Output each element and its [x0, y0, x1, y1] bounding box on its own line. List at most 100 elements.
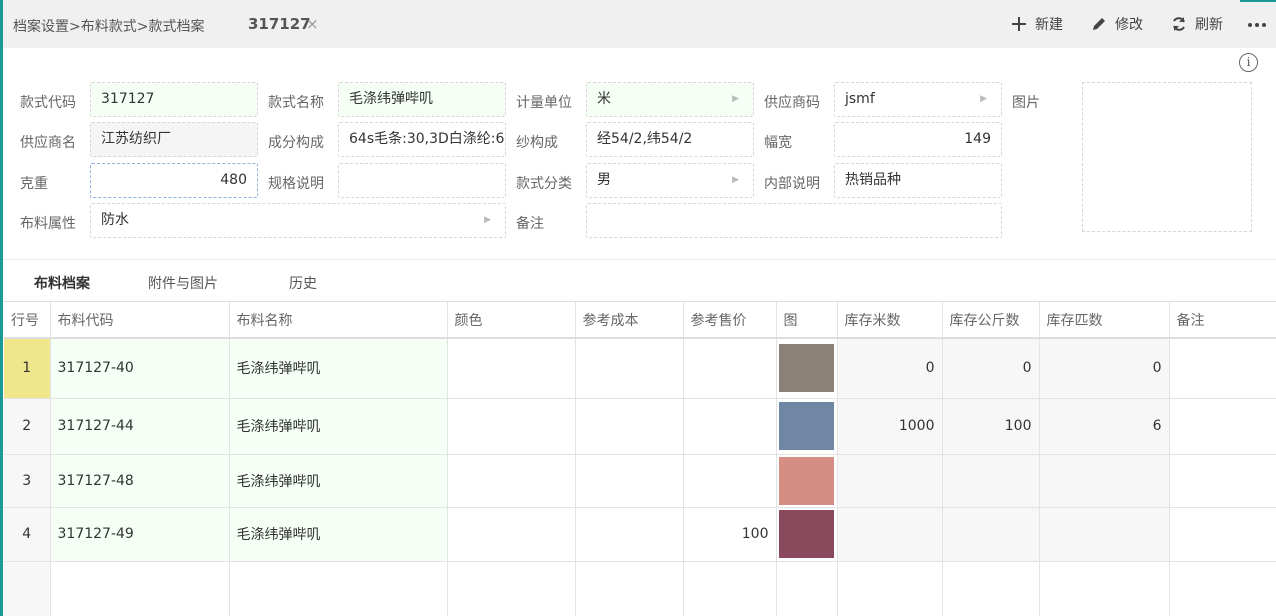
- width-field[interactable]: 149: [834, 122, 1002, 157]
- row-number: [4, 561, 51, 616]
- fabric-name-cell[interactable]: 毛涤纬弹哔叽: [229, 338, 448, 399]
- color-cell[interactable]: [447, 454, 576, 508]
- edit-button[interactable]: 修改: [1091, 14, 1143, 34]
- info-icon[interactable]: i: [1239, 53, 1258, 72]
- new-button[interactable]: 新建: [1011, 14, 1063, 34]
- yarn-field[interactable]: 经54/2,纬54/2: [586, 122, 754, 157]
- cost-cell[interactable]: [575, 507, 684, 562]
- category-select[interactable]: 男 ▶: [586, 163, 754, 198]
- attribute-label: 布料属性: [20, 216, 76, 232]
- fabric-swatch: [778, 456, 834, 505]
- category-label: 款式分类: [516, 176, 572, 192]
- note-cell[interactable]: [1169, 338, 1276, 399]
- stock-kg-cell: 0: [942, 338, 1040, 399]
- col-stock-kg[interactable]: 库存公斤数: [942, 302, 1040, 339]
- supplier-code-select[interactable]: jsmf ▶: [834, 82, 1002, 117]
- composition-label: 成分构成: [268, 135, 324, 151]
- cost-cell[interactable]: [575, 398, 684, 455]
- fabric-code-cell[interactable]: 317127-49: [50, 507, 230, 562]
- cost-cell[interactable]: [575, 454, 684, 508]
- category-value: 男: [597, 172, 611, 188]
- chevron-right-icon: ▶: [484, 215, 491, 225]
- table-row[interactable]: 1 317127-40 毛涤纬弹哔叽 0 0 0: [4, 338, 1276, 399]
- remark-field[interactable]: [586, 203, 1002, 238]
- style-name-field[interactable]: 毛涤纬弹哔叽: [338, 82, 506, 117]
- refresh-icon: [1173, 17, 1185, 31]
- stock-pieces-cell: [1039, 454, 1170, 508]
- table-row[interactable]: 4 317127-49 毛涤纬弹哔叽 100: [4, 507, 1276, 562]
- picture-cell[interactable]: [776, 507, 838, 562]
- col-ref-cost[interactable]: 参考成本: [575, 302, 684, 339]
- attribute-select[interactable]: 防水 ▶: [90, 203, 506, 238]
- col-picture[interactable]: 图: [776, 302, 838, 339]
- fabric-swatch: [778, 510, 834, 558]
- row-number[interactable]: 3: [4, 454, 51, 508]
- stock-kg-cell: [942, 454, 1040, 508]
- col-ref-price[interactable]: 参考售价: [683, 302, 777, 339]
- picture-cell[interactable]: [776, 338, 838, 399]
- stock-meters-cell: [837, 507, 943, 562]
- col-stock-meters[interactable]: 库存米数: [837, 302, 943, 339]
- table-row[interactable]: 3 317127-48 毛涤纬弹哔叽: [4, 454, 1276, 508]
- stock-meters-cell: 1000: [837, 398, 943, 455]
- tab-fabric-archive[interactable]: 布料档案: [34, 273, 90, 293]
- note-cell[interactable]: [1169, 454, 1276, 508]
- row-number[interactable]: 1: [4, 338, 51, 399]
- picture-cell[interactable]: [776, 398, 838, 455]
- tab-attachments[interactable]: 附件与图片: [148, 273, 218, 293]
- unit-value: 米: [597, 91, 611, 107]
- width-label: 幅宽: [764, 135, 792, 151]
- col-row-number[interactable]: 行号: [4, 302, 51, 339]
- fabric-grid: 行号 布料代码 布料名称 颜色 参考成本 参考售价 图 库存米数 库存公斤数 库…: [4, 301, 1276, 616]
- fabric-name-cell[interactable]: 毛涤纬弹哔叽: [229, 398, 448, 455]
- col-fabric-name[interactable]: 布料名称: [229, 302, 448, 339]
- color-cell[interactable]: [447, 398, 576, 455]
- section-divider: [3, 259, 1276, 260]
- internal-field[interactable]: 热销品种: [834, 163, 1002, 198]
- supplier-code-value: jsmf: [845, 91, 875, 107]
- color-cell[interactable]: [447, 338, 576, 399]
- price-cell[interactable]: 100: [683, 507, 777, 562]
- more-options-button[interactable]: [1247, 22, 1267, 28]
- color-cell[interactable]: [447, 507, 576, 562]
- note-cell[interactable]: [1169, 507, 1276, 562]
- col-note[interactable]: 备注: [1169, 302, 1276, 339]
- row-number[interactable]: 2: [4, 398, 51, 455]
- col-color[interactable]: 颜色: [447, 302, 576, 339]
- chevron-right-icon: ▶: [732, 94, 739, 104]
- picture-cell[interactable]: [776, 454, 838, 508]
- note-cell[interactable]: [1169, 398, 1276, 455]
- refresh-button[interactable]: 刷新: [1171, 14, 1223, 34]
- fabric-name-cell[interactable]: 毛涤纬弹哔叽: [229, 507, 448, 562]
- supplier-name-field: 江苏纺织厂: [90, 122, 258, 157]
- picture-label: 图片: [1012, 95, 1040, 111]
- fabric-code-cell[interactable]: 317127-44: [50, 398, 230, 455]
- remark-label: 备注: [516, 216, 544, 232]
- price-cell[interactable]: [683, 398, 777, 455]
- document-tab-title[interactable]: 317127: [248, 15, 311, 33]
- more-dots-icon: [1248, 23, 1266, 27]
- row-number[interactable]: 4: [4, 507, 51, 562]
- breadcrumb: 档案设置>布料款式>款式档案: [13, 19, 205, 35]
- unit-select[interactable]: 米 ▶: [586, 82, 754, 117]
- composition-field[interactable]: 64s毛条:30,3D白涤纶:68: [338, 122, 506, 157]
- price-cell[interactable]: [683, 338, 777, 399]
- spec-field[interactable]: [338, 163, 506, 198]
- tab-close-icon[interactable]: ×: [306, 15, 319, 33]
- price-cell[interactable]: [683, 454, 777, 508]
- style-code-field[interactable]: 317127: [90, 82, 258, 117]
- page-header: 档案设置>布料款式>款式档案 317127 × 新建 修改 刷新: [3, 0, 1276, 48]
- weight-field[interactable]: 480: [90, 163, 258, 198]
- fabric-code-cell[interactable]: 317127-40: [50, 338, 230, 399]
- tab-history[interactable]: 历史: [289, 273, 317, 293]
- chevron-right-icon: ▶: [732, 175, 739, 185]
- col-fabric-code[interactable]: 布料代码: [50, 302, 230, 339]
- col-stock-pieces[interactable]: 库存匹数: [1039, 302, 1170, 339]
- grid-header-row: 行号 布料代码 布料名称 颜色 参考成本 参考售价 图 库存米数 库存公斤数 库…: [4, 302, 1276, 339]
- picture-upload-area[interactable]: [1082, 82, 1252, 232]
- fabric-name-cell[interactable]: 毛涤纬弹哔叽: [229, 454, 448, 508]
- cost-cell[interactable]: [575, 338, 684, 399]
- fabric-code-cell[interactable]: 317127-48: [50, 454, 230, 508]
- fabric-swatch: [778, 344, 834, 393]
- table-row[interactable]: 2 317127-44 毛涤纬弹哔叽 1000 100 6: [4, 398, 1276, 455]
